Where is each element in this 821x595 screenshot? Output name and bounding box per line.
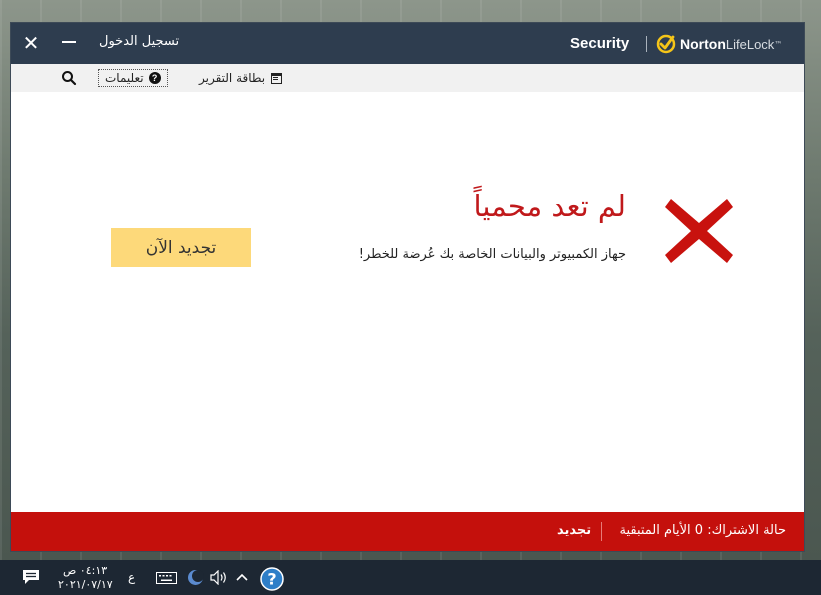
close-icon[interactable]: ✕ [21,33,41,53]
minimize-icon[interactable] [62,35,78,51]
brand-norton: Norton [680,36,726,52]
help-label: تعليمات [105,71,144,85]
help-button[interactable]: تعليمات ? [98,69,168,87]
action-center-icon[interactable] [22,569,40,585]
input-language[interactable]: ع [128,570,135,584]
norton-window: ✕ تسجيل الدخول Security Norton LifeLock ™ … [11,23,804,551]
network-icon[interactable] [187,569,204,586]
report-card-icon [271,72,283,84]
norton-checkmark-icon [656,34,676,54]
svg-text:?: ? [267,570,276,589]
report-card-button[interactable]: بطاقة التقرير [199,69,283,87]
search-icon[interactable] [61,70,77,86]
subscription-footer: حالة الاشتراك: 0 الأيام المتبقية تجديد [11,512,804,551]
titlebar: ✕ تسجيل الدخول Security Norton LifeLock ™ [11,23,804,64]
titlebar-divider [646,36,647,52]
chevron-up-icon[interactable] [236,572,248,582]
clock-date[interactable]: ٢٠٢١/٠٧/١٧ [58,578,113,591]
norton-tray-icon[interactable]: ? [260,567,284,591]
brand-lifelock: LifeLock [725,36,775,52]
taskbar: ٠٤:١٣ ص ٢٠٢١/٠٧/١٧ ع ? [0,560,821,595]
trademark: ™ [774,39,783,49]
report-card-label: بطاقة التقرير [199,71,266,85]
nortonlifelock-logo: Norton LifeLock ™ [656,33,782,55]
footer-divider [601,522,602,541]
red-x-icon [665,199,733,263]
status-description: جهاز الكمبيوتر والبيانات الخاصة بك عُرضة… [358,247,626,262]
subscription-status: حالة الاشتراك: 0 الأيام المتبقية [619,523,786,538]
volume-icon[interactable] [210,570,228,585]
sign-in-link[interactable]: تسجيل الدخول [99,34,179,49]
product-name: Security [570,35,630,52]
clock-time[interactable]: ٠٤:١٣ ص [63,564,107,577]
renew-now-button[interactable]: تجديد الآن [111,228,251,267]
status-title: لم تعد محمياً [473,189,626,223]
toolbar: تعليمات ? بطاقة التقرير [11,64,804,92]
keyboard-icon[interactable] [156,572,177,584]
help-icon: ? [148,72,161,84]
renew-link[interactable]: تجديد [557,523,591,538]
